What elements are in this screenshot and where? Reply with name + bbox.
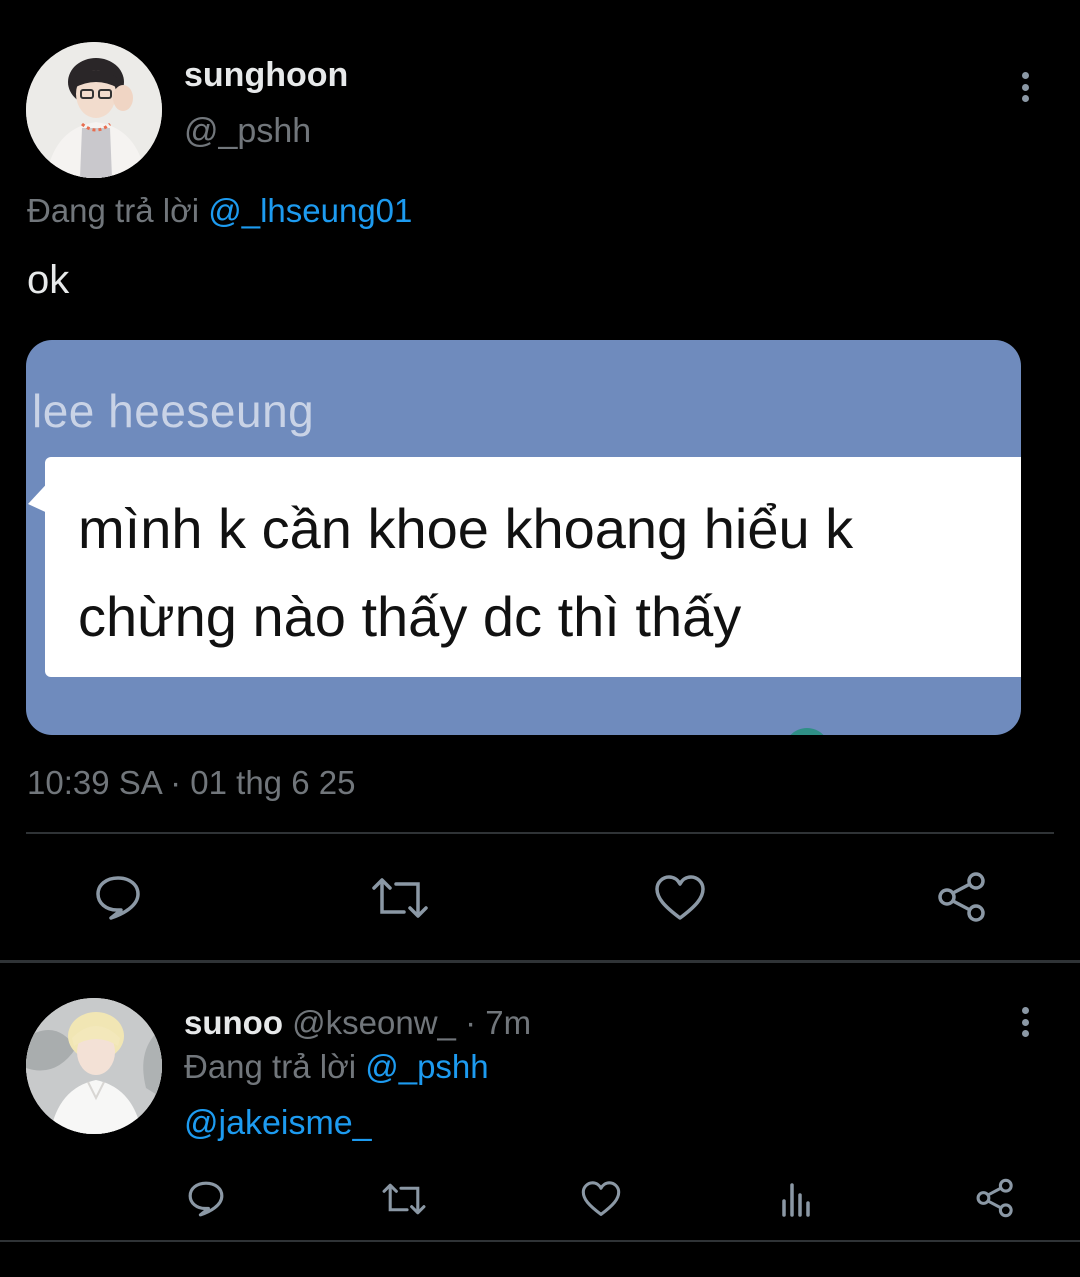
avatar[interactable] [26, 42, 162, 178]
retweet-button[interactable] [368, 868, 432, 928]
retweet-icon [372, 878, 428, 918]
handle[interactable]: @_pshh [184, 112, 311, 151]
share-icon [976, 1178, 1013, 1218]
replying-to-mention[interactable]: @_pshh [365, 1048, 488, 1085]
separator: · [465, 1004, 477, 1041]
divider [26, 832, 1054, 834]
tweet-separator [0, 960, 1080, 963]
reply-icon [188, 1181, 224, 1217]
like-icon [655, 875, 705, 920]
retweet-button[interactable] [378, 1176, 430, 1222]
message-bubble: mình k cần khoe khoang hiểu k chừng nào … [45, 457, 1021, 677]
tweet-separator [0, 1240, 1080, 1242]
replying-to-mention[interactable]: @_lhseung01 [208, 192, 412, 229]
reply-button[interactable] [88, 868, 148, 928]
share-icon [938, 872, 985, 922]
reply-header: sunoo @kseonw_ · 7m [184, 1004, 531, 1042]
replying-to: Đang trả lời @_lhseung01 [27, 192, 412, 230]
more-vertical-icon[interactable] [1020, 72, 1030, 102]
tweet-media[interactable]: lee heeseung mình k cần khoe khoang hiểu… [26, 340, 1021, 735]
views-icon [782, 1183, 810, 1217]
reply-button[interactable] [182, 1176, 230, 1222]
avatar[interactable] [26, 998, 162, 1134]
display-name[interactable]: sunghoon [184, 56, 348, 95]
avatar-photo [26, 42, 162, 178]
views-button[interactable] [776, 1176, 818, 1222]
share-button[interactable] [932, 866, 992, 928]
like-icon [581, 1181, 621, 1216]
handle[interactable]: @kseonw_ [292, 1004, 456, 1041]
replying-to-label: Đang trả lời [184, 1048, 357, 1085]
timestamp[interactable]: 10:39 SA · 01 thg 6 25 [27, 764, 355, 802]
media-sender-name: lee heeseung [32, 385, 315, 437]
media-partial-element [784, 728, 830, 735]
like-button[interactable] [650, 868, 710, 928]
avatar-photo [26, 998, 162, 1134]
message-line-1: mình k cần khoe khoang hiểu k [78, 497, 854, 560]
share-button[interactable] [972, 1174, 1018, 1222]
like-button[interactable] [578, 1176, 624, 1222]
more-vertical-icon[interactable] [1020, 1007, 1030, 1037]
tweet-age[interactable]: 7m [485, 1004, 531, 1041]
tweet-text: ok [27, 258, 70, 302]
display-name[interactable]: sunoo [184, 1004, 283, 1041]
replying-to-label: Đang trả lời [27, 192, 200, 229]
replying-to: Đang trả lời @_pshh [184, 1048, 489, 1086]
reply-icon [96, 876, 140, 920]
tweet-text-mention[interactable]: @jakeisme_ [184, 1104, 372, 1143]
retweet-icon [382, 1183, 426, 1215]
message-line-2: chừng nào thấy dc thì thấy [78, 585, 742, 648]
